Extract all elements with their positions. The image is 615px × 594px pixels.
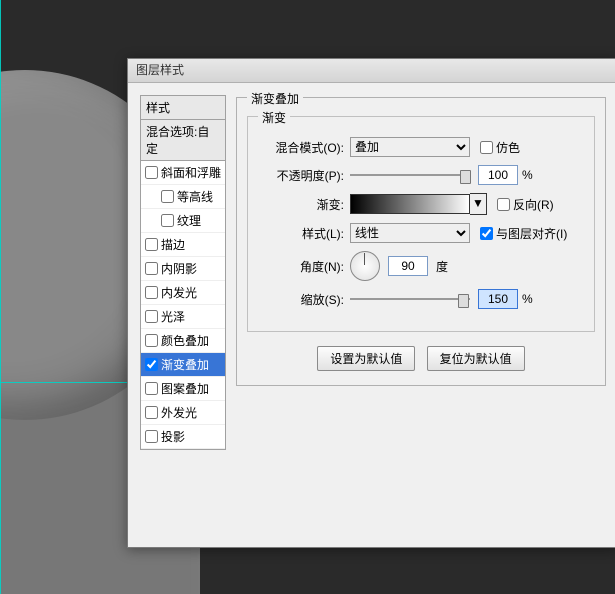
reverse-label: 反向(R) — [513, 196, 554, 213]
style-item-checkbox[interactable] — [145, 406, 158, 419]
reverse-checkbox[interactable]: 反向(R) — [497, 196, 554, 213]
style-item-5[interactable]: 内发光 — [141, 281, 225, 305]
layer-style-dialog: 图层样式 样式 混合选项:自定 斜面和浮雕等高线纹理描边内阴影内发光光泽颜色叠加… — [127, 58, 615, 548]
style-item-label: 光泽 — [161, 308, 185, 325]
reset-default-button[interactable]: 复位为默认值 — [427, 346, 525, 371]
style-item-label: 渐变叠加 — [161, 356, 209, 373]
scale-label: 缩放(S): — [258, 291, 344, 308]
style-item-checkbox[interactable] — [145, 430, 158, 443]
opacity-unit: % — [522, 168, 533, 182]
style-item-9[interactable]: 图案叠加 — [141, 377, 225, 401]
style-item-checkbox[interactable] — [145, 238, 158, 251]
style-item-checkbox[interactable] — [145, 286, 158, 299]
style-item-label: 内阴影 — [161, 260, 197, 277]
angle-input[interactable] — [388, 256, 428, 276]
style-item-2[interactable]: 纹理 — [141, 209, 225, 233]
style-item-6[interactable]: 光泽 — [141, 305, 225, 329]
style-list: 样式 混合选项:自定 斜面和浮雕等高线纹理描边内阴影内发光光泽颜色叠加渐变叠加图… — [140, 95, 226, 450]
style-item-3[interactable]: 描边 — [141, 233, 225, 257]
opacity-label: 不透明度(P): — [258, 167, 344, 184]
style-item-checkbox[interactable] — [145, 262, 158, 275]
align-checkbox[interactable]: 与图层对齐(I) — [480, 225, 567, 242]
style-item-label: 颜色叠加 — [161, 332, 209, 349]
gradient-dropdown-arrow[interactable]: ▼ — [470, 193, 487, 215]
style-item-label: 图案叠加 — [161, 380, 209, 397]
gradient-overlay-fieldset: 渐变叠加 渐变 混合模式(O): 叠加 仿色 不透明度(P): % — [236, 97, 606, 386]
opacity-slider[interactable] — [350, 168, 470, 182]
style-item-checkbox[interactable] — [145, 358, 158, 371]
inner-legend: 渐变 — [258, 109, 290, 126]
style-item-label: 描边 — [161, 236, 185, 253]
blend-options-row[interactable]: 混合选项:自定 — [141, 120, 225, 161]
blend-mode-label: 混合模式(O): — [258, 139, 344, 156]
style-item-checkbox[interactable] — [161, 214, 174, 227]
angle-dial[interactable] — [350, 251, 380, 281]
guide-line-v — [0, 0, 1, 594]
style-item-1[interactable]: 等高线 — [141, 185, 225, 209]
style-label: 样式(L): — [258, 225, 344, 242]
style-item-checkbox[interactable] — [145, 166, 158, 179]
style-item-checkbox[interactable] — [145, 310, 158, 323]
style-item-11[interactable]: 投影 — [141, 425, 225, 449]
gradient-preview[interactable] — [350, 194, 470, 214]
align-label: 与图层对齐(I) — [496, 225, 567, 242]
style-item-checkbox[interactable] — [145, 382, 158, 395]
style-item-4[interactable]: 内阴影 — [141, 257, 225, 281]
scale-slider[interactable] — [350, 292, 470, 306]
blend-mode-select[interactable]: 叠加 — [350, 137, 470, 157]
style-item-10[interactable]: 外发光 — [141, 401, 225, 425]
angle-unit: 度 — [436, 258, 448, 275]
style-item-label: 外发光 — [161, 404, 197, 421]
scale-unit: % — [522, 292, 533, 306]
style-item-7[interactable]: 颜色叠加 — [141, 329, 225, 353]
gradient-label: 渐变: — [258, 196, 344, 213]
dither-label: 仿色 — [496, 139, 520, 156]
style-list-header: 样式 — [141, 96, 225, 120]
opacity-input[interactable] — [478, 165, 518, 185]
style-item-checkbox[interactable] — [161, 190, 174, 203]
dither-checkbox[interactable]: 仿色 — [480, 139, 520, 156]
set-default-button[interactable]: 设置为默认值 — [317, 346, 415, 371]
style-item-checkbox[interactable] — [145, 334, 158, 347]
angle-label: 角度(N): — [258, 258, 344, 275]
style-select[interactable]: 线性 — [350, 223, 470, 243]
fieldset-legend: 渐变叠加 — [247, 90, 303, 107]
style-item-label: 纹理 — [177, 212, 201, 229]
gradient-inner-fieldset: 渐变 混合模式(O): 叠加 仿色 不透明度(P): % — [247, 116, 595, 332]
dialog-titlebar[interactable]: 图层样式 — [128, 59, 615, 83]
style-item-0[interactable]: 斜面和浮雕 — [141, 161, 225, 185]
scale-input[interactable] — [478, 289, 518, 309]
style-item-label: 等高线 — [177, 188, 213, 205]
style-item-label: 投影 — [161, 428, 185, 445]
style-item-label: 内发光 — [161, 284, 197, 301]
style-item-8[interactable]: 渐变叠加 — [141, 353, 225, 377]
style-item-label: 斜面和浮雕 — [161, 164, 221, 181]
